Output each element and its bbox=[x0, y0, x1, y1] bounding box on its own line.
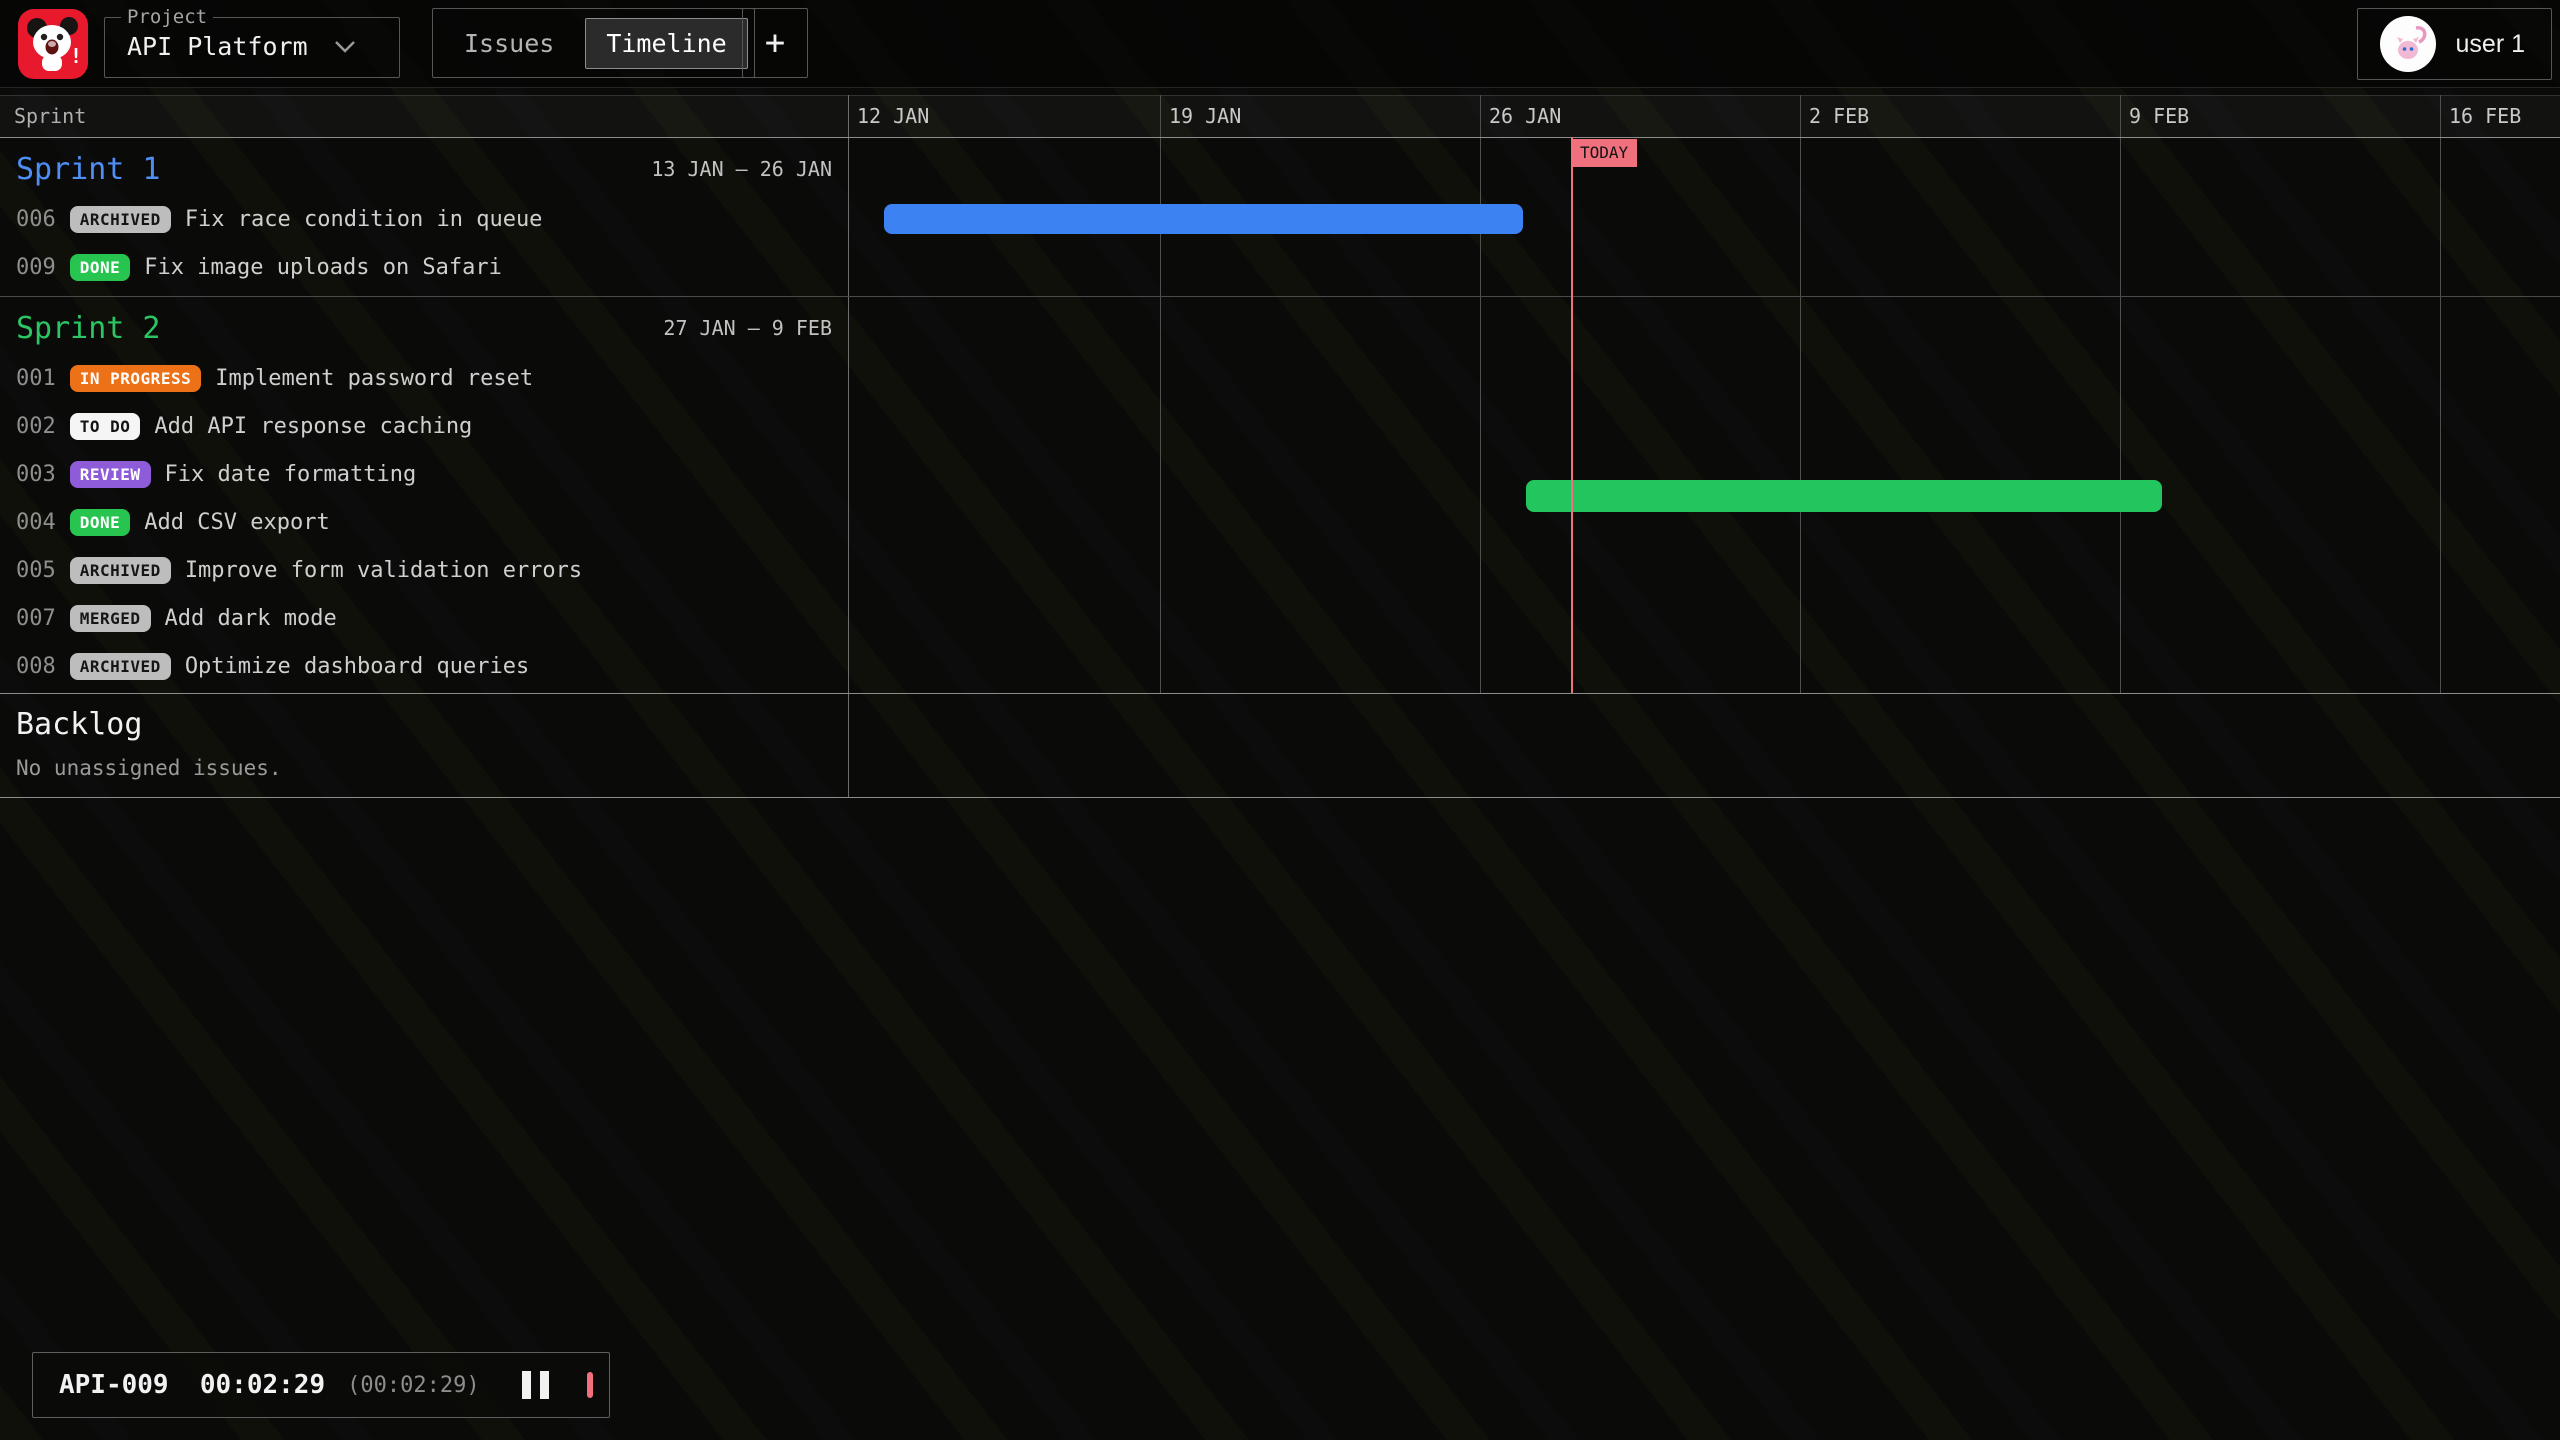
user-menu-button[interactable]: user 1 bbox=[2357, 8, 2552, 80]
backlog-section: Backlog No unassigned issues. bbox=[0, 693, 848, 797]
column-header-16-feb: 16 FEB bbox=[2449, 104, 2521, 128]
sprint-section-2: Sprint 2 27 JAN – 9 FEB 001 IN PROGRESS Impl… bbox=[0, 296, 848, 693]
project-select-label: Project bbox=[121, 6, 213, 28]
chevron-down-icon bbox=[334, 40, 356, 53]
time-tracker-widget: API-009 00:02:29 (00:02:29) bbox=[32, 1352, 610, 1418]
status-badge: REVIEW bbox=[70, 461, 151, 488]
timer-issue-and-elapsed: API-009 00:02:29 bbox=[59, 1370, 325, 1400]
grid-vline bbox=[1800, 95, 1801, 693]
issue-row-006[interactable]: 006 ARCHIVED Fix race condition in queue bbox=[0, 195, 848, 243]
sprint-section-1: Sprint 1 13 JAN – 26 JAN 006 ARCHIVED Fix ra… bbox=[0, 137, 848, 296]
status-badge: TO DO bbox=[70, 413, 141, 440]
user-name: user 1 bbox=[2456, 30, 2525, 59]
column-header-26-jan: 26 JAN bbox=[1489, 104, 1561, 128]
issue-row-002[interactable]: 002 TO DO Add API response caching bbox=[0, 402, 848, 450]
status-badge: ARCHIVED bbox=[70, 653, 171, 680]
issue-row-009[interactable]: 009 DONE Fix image uploads on Safari bbox=[0, 243, 848, 291]
timer-total: (00:02:29) bbox=[347, 1373, 479, 1398]
issue-row-003[interactable]: 003 REVIEW Fix date formatting bbox=[0, 450, 848, 498]
issue-row-004[interactable]: 004 DONE Add CSV export bbox=[0, 498, 848, 546]
backlog-title: Backlog bbox=[0, 693, 848, 742]
view-tab-group: Issues Timeline bbox=[432, 8, 755, 78]
avatar-creature-icon bbox=[2386, 22, 2430, 66]
grid-vline bbox=[1160, 95, 1161, 693]
issue-title: Add CSV export bbox=[144, 510, 329, 535]
pause-icon[interactable] bbox=[518, 1367, 553, 1403]
grid-vline bbox=[1480, 95, 1481, 693]
project-name: API Platform bbox=[127, 32, 308, 61]
issue-number: 003 bbox=[16, 462, 56, 487]
issue-title: Optimize dashboard queries bbox=[185, 654, 529, 679]
issue-number: 007 bbox=[16, 606, 56, 631]
issue-title: Implement password reset bbox=[215, 366, 533, 391]
user-avatar bbox=[2380, 16, 2436, 72]
koala-icon: ! bbox=[24, 15, 82, 73]
top-bar: ! Project API Platform Issues Timeline + bbox=[0, 0, 2560, 88]
sprint-title[interactable]: Sprint 2 bbox=[16, 311, 161, 346]
project-select[interactable]: Project API Platform bbox=[104, 6, 400, 78]
issue-number: 009 bbox=[16, 255, 56, 280]
today-marker-line bbox=[1571, 137, 1573, 693]
issue-title: Fix race condition in queue bbox=[185, 207, 543, 232]
gantt-bar-issue-003[interactable] bbox=[1526, 480, 2162, 512]
status-badge: MERGED bbox=[70, 605, 151, 632]
tab-timeline[interactable]: Timeline bbox=[585, 18, 747, 69]
sprint-date-range: 13 JAN – 26 JAN bbox=[651, 157, 832, 181]
grid-vline bbox=[2440, 95, 2441, 693]
sprint-title[interactable]: Sprint 1 bbox=[16, 152, 161, 187]
app-logo-koala-icon[interactable]: ! bbox=[18, 9, 88, 79]
issue-row-008[interactable]: 008 ARCHIVED Optimize dashboard queries bbox=[0, 642, 848, 690]
app-root: ! Project API Platform Issues Timeline + bbox=[0, 0, 2560, 1440]
status-badge: DONE bbox=[70, 254, 131, 281]
column-header-9-feb: 9 FEB bbox=[2129, 104, 2189, 128]
status-badge: ARCHIVED bbox=[70, 557, 171, 584]
issue-title: Add dark mode bbox=[165, 606, 337, 631]
backlog-empty-text: No unassigned issues. bbox=[0, 742, 848, 780]
column-header-12-jan: 12 JAN bbox=[857, 104, 929, 128]
gantt-bar-issue-006[interactable] bbox=[884, 204, 1523, 234]
grid-vline bbox=[2120, 95, 2121, 693]
column-header-19-jan: 19 JAN bbox=[1169, 104, 1241, 128]
issue-title: Add API response caching bbox=[154, 414, 472, 439]
status-badge: DONE bbox=[70, 509, 131, 536]
timeline-header-row: Sprint 12 JAN 19 JAN 26 JAN 2 FEB 9 FEB 16 FE… bbox=[0, 95, 2560, 137]
issue-number: 004 bbox=[16, 510, 56, 535]
issue-number: 002 bbox=[16, 414, 56, 439]
grid-hline bbox=[0, 797, 2560, 798]
grid-vline bbox=[848, 95, 849, 797]
add-button[interactable]: + bbox=[742, 8, 808, 78]
issue-row-001[interactable]: 001 IN PROGRESS Implement password reset bbox=[0, 354, 848, 402]
issue-title: Fix date formatting bbox=[165, 462, 417, 487]
issue-row-005[interactable]: 005 ARCHIVED Improve form validation error… bbox=[0, 546, 848, 594]
issue-row-007[interactable]: 007 MERGED Add dark mode bbox=[0, 594, 848, 642]
issue-number: 005 bbox=[16, 558, 56, 583]
issue-title: Improve form validation errors bbox=[185, 558, 582, 583]
sprint-column-header: Sprint bbox=[14, 104, 86, 128]
issue-number: 008 bbox=[16, 654, 56, 679]
status-badge: IN PROGRESS bbox=[70, 365, 201, 392]
tab-issues[interactable]: Issues bbox=[439, 18, 579, 69]
issue-number: 001 bbox=[16, 366, 56, 391]
today-marker-label: TODAY bbox=[1571, 139, 1637, 167]
sprint-date-range: 27 JAN – 9 FEB bbox=[663, 316, 832, 340]
issue-title: Fix image uploads on Safari bbox=[144, 255, 502, 280]
issue-number: 006 bbox=[16, 207, 56, 232]
status-badge: ARCHIVED bbox=[70, 206, 171, 233]
stop-icon[interactable] bbox=[587, 1372, 593, 1398]
column-header-2-feb: 2 FEB bbox=[1809, 104, 1869, 128]
svg-text:!: ! bbox=[70, 44, 82, 68]
